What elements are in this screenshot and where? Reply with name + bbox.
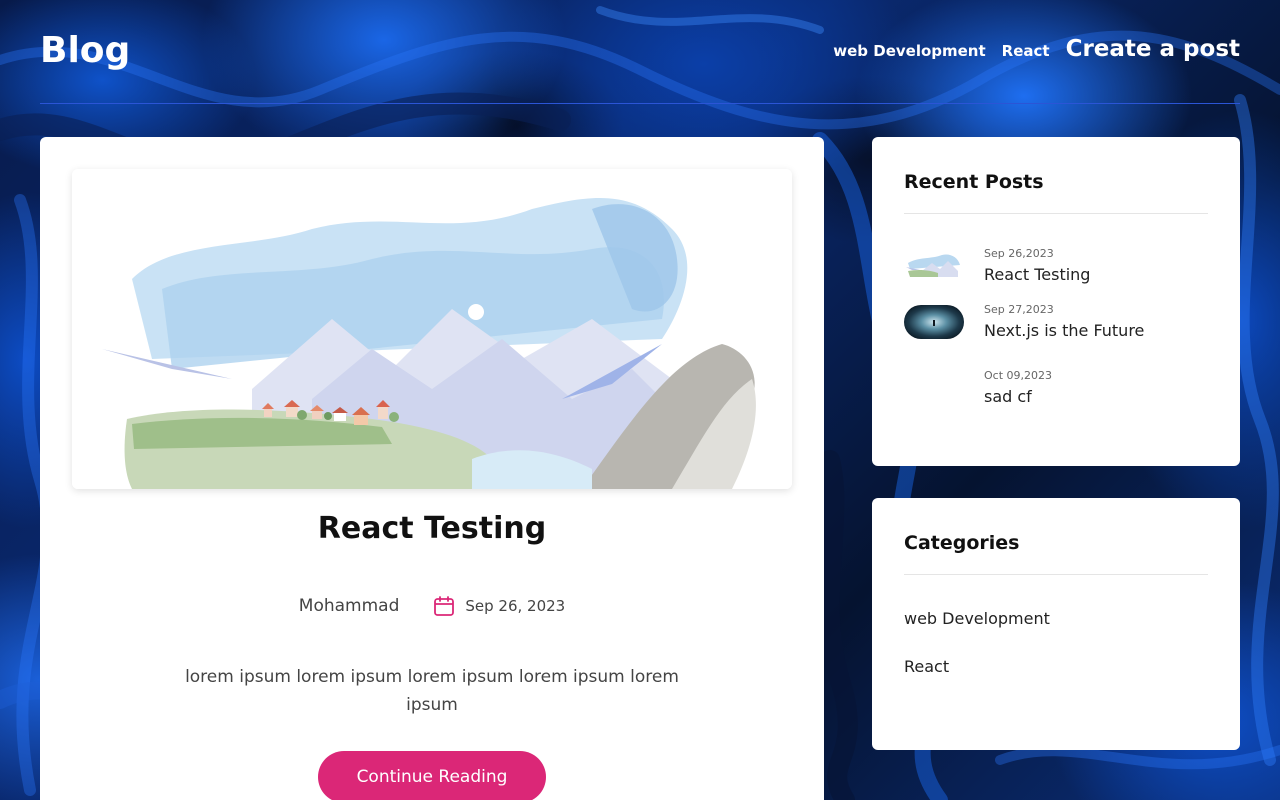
continue-reading-button[interactable]: Continue Reading — [318, 751, 546, 800]
post-date-text: Sep 26, 2023 — [465, 597, 566, 615]
post-card: React Testing Mohammad Sep 26, 2023 lore… — [40, 137, 824, 800]
recent-posts-heading: Recent Posts — [904, 171, 1044, 193]
recent-post-thumbnail-empty — [904, 371, 964, 405]
recent-posts-divider — [904, 213, 1208, 214]
post-date: Sep 26, 2023 — [433, 595, 565, 617]
post-meta: Mohammad Sep 26, 2023 — [40, 595, 824, 617]
recent-posts-card: Recent Posts Sep 26,2023 React Testing S… — [872, 137, 1240, 466]
recent-post-title[interactable]: Next.js is the Future — [984, 321, 1144, 340]
create-post-link[interactable]: Create a post — [1066, 36, 1240, 62]
recent-post-date: Sep 26,2023 — [984, 247, 1054, 260]
post-excerpt: lorem ipsum lorem ipsum lorem ipsum lore… — [185, 667, 679, 715]
recent-post-thumbnail[interactable] — [904, 305, 964, 339]
category-link-react[interactable]: React — [904, 657, 949, 676]
site-logo[interactable]: Blog — [40, 30, 130, 71]
post-hero-image[interactable] — [72, 169, 792, 489]
post-title[interactable]: React Testing — [40, 511, 824, 546]
recent-post-item[interactable]: Sep 27,2023 Next.js is the Future — [904, 303, 1208, 345]
categories-card: Categories web Development React — [872, 498, 1240, 750]
recent-post-title[interactable]: sad cf — [984, 387, 1032, 406]
recent-post-date: Sep 27,2023 — [984, 303, 1054, 316]
category-link-web-development[interactable]: web Development — [904, 609, 1050, 628]
post-author: Mohammad — [298, 596, 400, 616]
site-header: Blog web Development React Create a post — [40, 0, 1240, 104]
recent-post-item[interactable]: Sep 26,2023 React Testing — [904, 247, 1208, 289]
recent-post-date: Oct 09,2023 — [984, 369, 1053, 382]
nav-link-web-development[interactable]: web Development — [833, 42, 985, 60]
recent-post-item[interactable]: Oct 09,2023 sad cf — [904, 369, 1208, 411]
top-nav: web Development React Create a post — [833, 36, 1240, 62]
categories-heading: Categories — [904, 532, 1020, 554]
recent-post-title[interactable]: React Testing — [984, 265, 1090, 284]
recent-post-thumbnail[interactable] — [904, 249, 964, 283]
nav-link-react[interactable]: React — [1002, 42, 1050, 60]
calendar-icon — [433, 595, 455, 617]
categories-divider — [904, 574, 1208, 575]
